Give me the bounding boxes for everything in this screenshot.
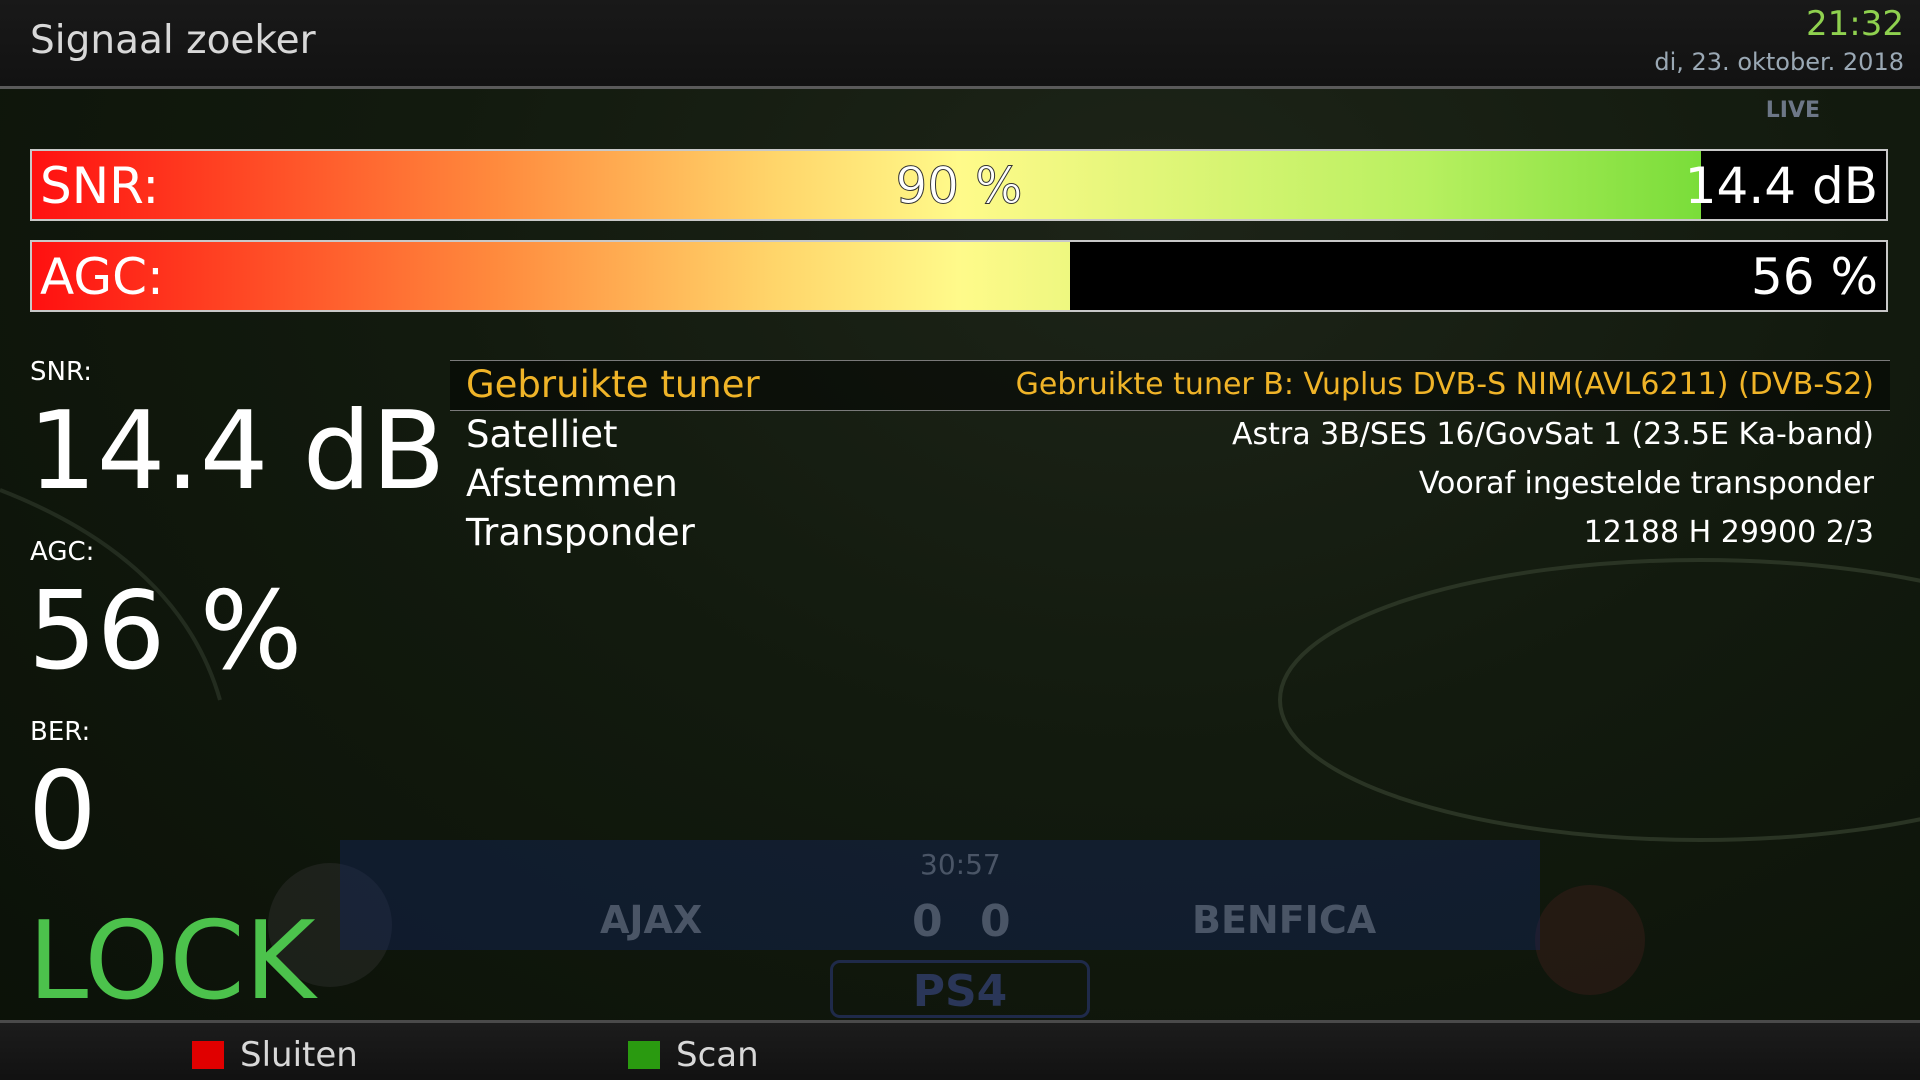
info-value: Astra 3B/SES 16/GovSat 1 (23.5E Ka-band) <box>1231 417 1874 452</box>
agc-bar-value: 56 % <box>1750 248 1878 306</box>
agc-label: AGC: <box>30 537 95 567</box>
scan-button-label: Scan <box>676 1035 759 1075</box>
sponsor-logo: PS4 <box>830 960 1090 1018</box>
home-score: 0 <box>912 896 943 947</box>
away-team: BENFICA <box>1192 898 1377 942</box>
signal-finder-screen: 30:57 AJAX 0 0 BENFICA PS4 LIVE Signaal … <box>0 0 1920 1080</box>
info-key: Afstemmen <box>466 462 678 505</box>
ber-label: BER: <box>30 717 91 747</box>
info-row-tuning[interactable]: Afstemmen Vooraf ingestelde transponder <box>450 460 1890 509</box>
lock-status: LOCK <box>28 899 316 1024</box>
clock: 21:32 <box>1806 4 1904 44</box>
snr-bar-value: 14.4 dB <box>1684 157 1878 215</box>
match-clock: 30:57 <box>920 848 1001 881</box>
red-key-icon <box>192 1041 224 1069</box>
ber-value: 0 <box>28 749 97 874</box>
channel-logo: LIVE <box>1765 98 1820 123</box>
info-row-transponder[interactable]: Transponder 12188 H 29900 2/3 <box>450 509 1890 558</box>
close-button-label: Sluiten <box>240 1035 358 1075</box>
info-value: Gebruikte tuner B: Vuplus DVB-S NIM(AVL6… <box>1015 367 1874 402</box>
page-title: Signaal zoeker <box>30 18 316 63</box>
green-key-icon <box>628 1041 660 1069</box>
date: di, 23. oktober. 2018 <box>1654 48 1904 76</box>
tuner-info-list: Gebruikte tuner Gebruikte tuner B: Vuplu… <box>450 360 1890 558</box>
info-row-tuner[interactable]: Gebruikte tuner Gebruikte tuner B: Vuplu… <box>450 360 1890 411</box>
away-score: 0 <box>980 896 1011 947</box>
info-key: Transponder <box>466 511 695 554</box>
agc-value: 56 % <box>28 569 303 694</box>
info-key: Satelliet <box>466 413 618 456</box>
home-team: AJAX <box>600 898 703 942</box>
snr-bar: SNR: 90 % 14.4 dB <box>30 149 1888 221</box>
agc-bar-fill <box>32 242 1071 310</box>
info-row-satellite[interactable]: Satelliet Astra 3B/SES 16/GovSat 1 (23.5… <box>450 411 1890 460</box>
scan-button[interactable]: Scan <box>628 1035 759 1075</box>
info-value: Vooraf ingestelde transponder <box>1418 466 1874 501</box>
agc-bar: AGC: 56 % <box>30 240 1888 312</box>
header-bar: Signaal zoeker 21:32 di, 23. oktober. 20… <box>0 0 1920 89</box>
info-value: 12188 H 29900 2/3 <box>1583 515 1874 550</box>
snr-label: SNR: <box>30 357 92 387</box>
agc-bar-label: AGC: <box>40 248 164 306</box>
snr-bar-percent: 90 % <box>895 157 1023 216</box>
info-key: Gebruikte tuner <box>466 363 760 406</box>
snr-value: 14.4 dB <box>28 389 446 514</box>
footer-button-bar: Sluiten Scan <box>0 1020 1920 1080</box>
close-button[interactable]: Sluiten <box>192 1035 358 1075</box>
